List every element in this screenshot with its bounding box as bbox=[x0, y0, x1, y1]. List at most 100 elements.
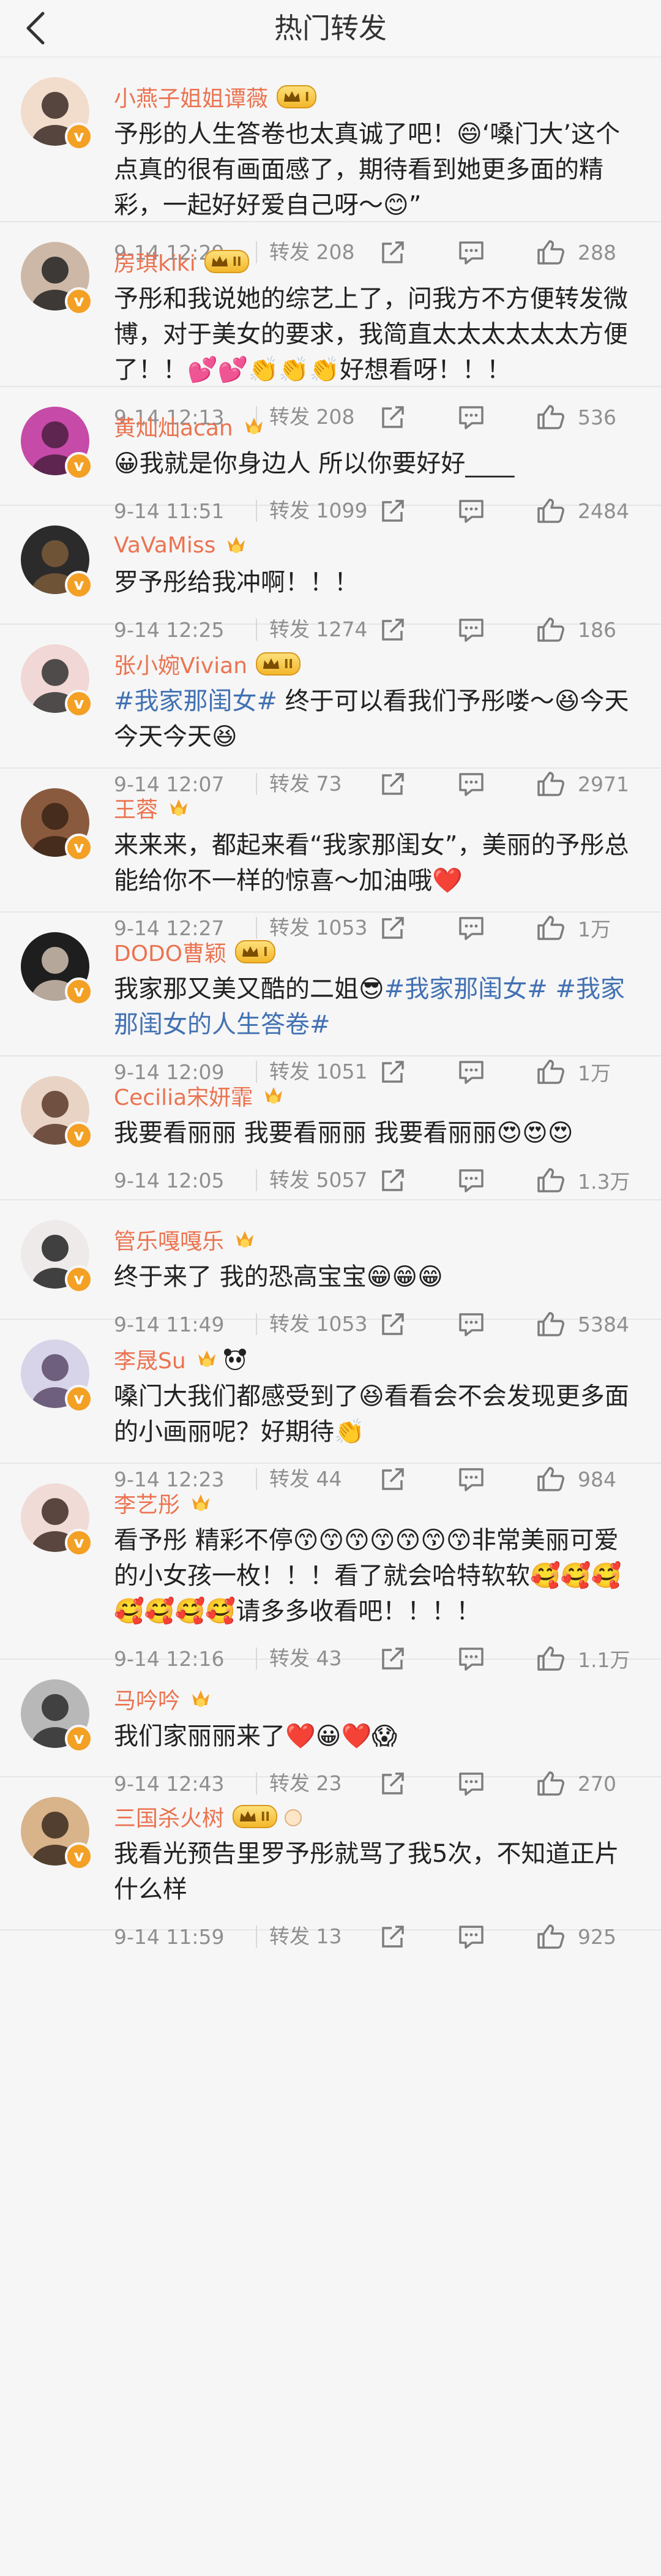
user-name[interactable]: 李晟Su bbox=[114, 1343, 186, 1375]
text-segment: 我家那又美又酷的二姐 bbox=[114, 975, 359, 1003]
user-badges: I bbox=[277, 85, 317, 108]
user-badges bbox=[242, 414, 266, 439]
vip-badge: I bbox=[277, 85, 317, 108]
user-name[interactable]: 马吟吟 bbox=[114, 1683, 180, 1715]
repost-text: 嗓门大我们都感受到了😆看看会不会发现更多面的小画丽呢？好期待👏 bbox=[114, 1379, 637, 1450]
vip-level: II bbox=[232, 254, 242, 269]
hashtag-link[interactable]: #我家那闺女# bbox=[384, 975, 548, 1003]
user-name[interactable]: 李艺彤 bbox=[114, 1487, 180, 1519]
forward-count: 转发 5057 bbox=[256, 1169, 379, 1191]
medal-badge-icon bbox=[242, 414, 266, 439]
user-row: 王蓉 bbox=[114, 792, 637, 824]
verified-v-icon: v bbox=[65, 287, 93, 315]
vip-badge: II bbox=[233, 1805, 277, 1828]
text-segment: 来来来，都起来看“我家那闺女”，美丽的予彤总能给你不一样的惊喜～加油哦 bbox=[114, 831, 629, 895]
repost-text: 我要看丽丽 我要看丽丽 我要看丽丽😍😍😍 bbox=[114, 1115, 637, 1151]
panda-badge-icon bbox=[223, 1347, 247, 1371]
user-badges bbox=[166, 796, 191, 820]
text-segment: ” bbox=[408, 191, 422, 219]
verified-v-icon: v bbox=[65, 834, 93, 862]
like-button[interactable]: 1.3万 bbox=[536, 1166, 637, 1195]
text-segment: 😙😙😙😙😙😙😙 bbox=[293, 1526, 472, 1554]
page-title: 热门转发 bbox=[274, 12, 387, 45]
user-badges: I bbox=[235, 940, 275, 963]
text-segment: ❤️😀❤️😱 bbox=[285, 1722, 398, 1750]
user-badges: II bbox=[204, 250, 249, 273]
medal-badge-icon bbox=[189, 1687, 213, 1711]
user-name[interactable]: 小燕子姐姐谭薇 bbox=[114, 81, 268, 113]
vip-level: I bbox=[305, 89, 310, 104]
verified-v-icon: v bbox=[65, 690, 93, 718]
text-segment: 😄 bbox=[457, 120, 482, 148]
user-name[interactable]: 张小婉Vivian bbox=[114, 648, 247, 680]
like-count: 1.3万 bbox=[578, 1170, 630, 1194]
user-name[interactable]: 管乐嘎嘎乐 bbox=[114, 1224, 224, 1256]
repost-list: v 小燕子姐姐谭薇 I 予彤的人生答卷也太真诚了吧！😄‘嗓门大’这个点真的很有画面感了… bbox=[0, 58, 661, 1949]
user-name[interactable]: 王蓉 bbox=[114, 792, 158, 824]
user-badges bbox=[261, 1083, 286, 1108]
text-segment: 我们家丽丽来了 bbox=[114, 1722, 285, 1750]
verified-v-icon: v bbox=[65, 122, 93, 151]
repost-item: v Cecilia宋妍霏 我要看丽丽 我要看丽丽 我要看丽丽😍😍😍 9-14 12:0… bbox=[0, 1056, 661, 1200]
repost-text: 😀我就是你身边人 所以你要好好____ bbox=[114, 446, 637, 481]
vip-badge: I bbox=[235, 940, 275, 963]
repost-text: 终于来了 我的恐高宝宝😁😁😁 bbox=[114, 1259, 637, 1295]
post-time: 9-14 12:05 bbox=[114, 1168, 225, 1192]
repost-meta: 9-14 11:59 转发 13 925 bbox=[114, 1907, 637, 1966]
post-time: 9-14 11:59 bbox=[114, 1924, 225, 1949]
verified-v-icon: v bbox=[65, 1265, 93, 1294]
repost-item: v VaVaMiss 罗予彤给我冲啊！！！ 9-14 12:25 转发 1274 186 bbox=[0, 506, 661, 642]
text-segment: 我看光预告里罗予彤就骂了我5次，不知道正片什么样 bbox=[114, 1840, 619, 1904]
verified-v-icon: v bbox=[65, 452, 93, 480]
repost-content: 三国杀火树 II 我看光预告里罗予彤就骂了我5次，不知道正片什么样 9-14 11:5… bbox=[114, 1777, 637, 1966]
text-segment: 嗓门大我们都感受到了 bbox=[114, 1382, 359, 1410]
repost-item: v 三国杀火树 II 我看光预告里罗予彤就骂了我5次，不知道正片什么样 9-14 11:… bbox=[0, 1777, 661, 1949]
vip-badge: II bbox=[256, 652, 301, 676]
repost-text: 来来来，都起来看“我家那闺女”，美丽的予彤总能给你不一样的惊喜～加油哦❤️ bbox=[114, 827, 637, 898]
hashtag-link[interactable]: #我家那闺女# bbox=[114, 687, 277, 715]
vip-level: II bbox=[284, 657, 293, 671]
medal-badge-icon bbox=[166, 796, 191, 820]
like-button[interactable]: 925 bbox=[536, 1923, 637, 1950]
user-badges bbox=[233, 1227, 257, 1252]
repost-text: 予彤和我说她的综艺上了，问我方不方便转发微博，对于美女的要求，我简直太太太太太太… bbox=[114, 281, 637, 388]
repost-text: 看予彤 精彩不停😙😙😙😙😙😙😙非常美丽可爱的小女孩一枚！！！看了就会哈特软软🥰🥰… bbox=[114, 1523, 637, 1629]
user-name[interactable]: Cecilia宋妍霏 bbox=[114, 1080, 253, 1112]
user-row: 黄灿灿acan bbox=[114, 410, 637, 442]
user-name[interactable]: VaVaMiss bbox=[114, 533, 215, 558]
comment-icon[interactable] bbox=[457, 1923, 485, 1950]
user-row: 李艺彤 bbox=[114, 1487, 637, 1519]
thumbs-up-icon bbox=[537, 1924, 564, 1949]
repost-content: Cecilia宋妍霏 我要看丽丽 我要看丽丽 我要看丽丽😍😍😍 9-14 12:05… bbox=[114, 1056, 637, 1210]
repost-text: 予彤的人生答卷也太真诚了吧！😄‘嗓门大’这个点真的很有画面感了，期待看到她更多面… bbox=[114, 116, 637, 223]
text-segment: 终于来了 我的恐高宝宝 bbox=[114, 1263, 367, 1291]
verified-v-icon: v bbox=[65, 571, 93, 599]
user-badges bbox=[189, 1491, 213, 1515]
share-icon[interactable] bbox=[379, 1923, 406, 1950]
like-count: 925 bbox=[578, 1924, 616, 1949]
text-segment: 好想看呀！！！ bbox=[340, 356, 512, 384]
text-segment: 请多多收看吧！！！！ bbox=[236, 1597, 481, 1625]
text-segment: 予彤的人生答卷也太真诚了吧！ bbox=[114, 120, 457, 148]
user-name[interactable]: 三国杀火树 bbox=[114, 1801, 224, 1832]
user-name[interactable]: DODO曹颖 bbox=[114, 936, 226, 968]
user-row: 小燕子姐姐谭薇 I bbox=[114, 81, 637, 113]
user-badges bbox=[224, 533, 248, 557]
repost-item: v 管乐嘎嘎乐 终于来了 我的恐高宝宝😁😁😁 9-14 11:49 转发 1053 538… bbox=[0, 1200, 661, 1336]
vip-level: I bbox=[263, 944, 268, 959]
medal-badge-icon bbox=[233, 1227, 257, 1252]
verified-v-icon: v bbox=[65, 1121, 93, 1150]
action-bar: 925 bbox=[379, 1923, 637, 1950]
repost-item: v 李艺彤 看予彤 精彩不停😙😙😙😙😙😙😙非常美丽可爱的小女孩一枚！！！看了就会哈特… bbox=[0, 1464, 661, 1672]
text-segment: 😆 bbox=[212, 723, 237, 751]
user-name[interactable]: 黄灿灿acan bbox=[114, 410, 233, 442]
verified-v-icon: v bbox=[65, 1842, 93, 1870]
text-segment: 我就是你身边人 所以你要好好____ bbox=[139, 450, 515, 478]
text-segment: 👏 bbox=[334, 1418, 365, 1446]
user-row: 管乐嘎嘎乐 bbox=[114, 1224, 637, 1256]
text-segment: 😀 bbox=[114, 450, 140, 478]
share-icon[interactable] bbox=[379, 1167, 406, 1194]
comment-icon[interactable] bbox=[457, 1167, 485, 1194]
repost-text: 我家那又美又酷的二姐😎#我家那闺女# #我家那闺女的人生答卷# bbox=[114, 971, 637, 1042]
user-name[interactable]: 房琪kiki bbox=[114, 246, 196, 277]
